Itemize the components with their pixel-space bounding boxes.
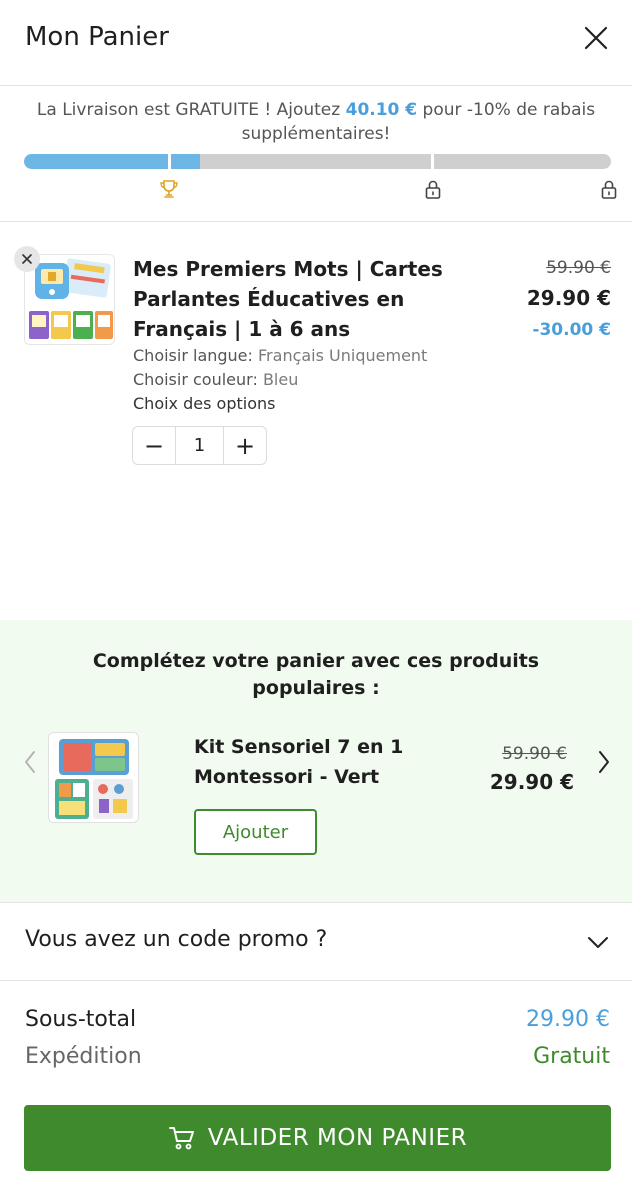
shipping-message-before: La Livraison est GRATUITE ! Ajoutez [36, 100, 346, 120]
upsell-product-image[interactable] [48, 732, 139, 823]
option-color-label: Choisir couleur: [133, 370, 258, 389]
promo-code-toggle[interactable]: Vous avez un code promo ? [0, 903, 632, 981]
upsell-title: Complétez votre panier avec ces produits… [92, 650, 540, 699]
promo-code-label: Vous avez un code promo ? [25, 927, 328, 952]
quantity-stepper: − 1 + [132, 426, 267, 465]
upsell-old-price: 59.90 € [502, 744, 567, 764]
shipping-progress-bar [24, 154, 611, 169]
shipping-value: Gratuit [533, 1044, 610, 1069]
product-price: 29.90 € [526, 286, 611, 310]
option-color: Choisir couleur: Bleu [133, 370, 298, 389]
product-name[interactable]: Mes Premiers Mots | Cartes Parlantes Édu… [133, 254, 505, 344]
progress-milestone-divider [431, 154, 434, 169]
decrease-quantity-button[interactable]: − [133, 427, 175, 464]
subtotal-value: 29.90 € [526, 1007, 610, 1032]
increase-quantity-button[interactable]: + [224, 427, 266, 464]
progress-milestone-divider [168, 154, 171, 169]
upsell-product-image-graphic [49, 733, 138, 822]
remove-icon [22, 254, 32, 264]
option-language-value: Français Uniquement [258, 346, 428, 365]
trophy-icon [160, 180, 178, 198]
checkout-label: VALIDER MON PANIER [207, 1125, 468, 1151]
lock-icon [425, 180, 441, 199]
choose-options-link[interactable]: Choix des options [133, 394, 275, 413]
page-title: Mon Panier [25, 22, 169, 52]
option-color-value: Bleu [262, 370, 299, 389]
product-old-price: 59.90 € [546, 258, 611, 278]
cart-icon [168, 1127, 194, 1150]
upsell-product-name[interactable]: Kit Sensoriel 7 en 1 Montessori - Vert [194, 732, 434, 792]
close-icon[interactable] [580, 22, 612, 54]
option-language: Choisir langue: Français Uniquement [133, 346, 427, 365]
shipping-progress-section: La Livraison est GRATUITE ! Ajoutez 40.1… [0, 86, 632, 222]
shipping-amount: 40.10 € [345, 100, 418, 120]
remove-item-button[interactable] [14, 246, 40, 272]
chevron-right-icon[interactable] [594, 748, 614, 776]
cart-header: Mon Panier [0, 0, 632, 86]
upsell-price: 29.90 € [489, 770, 574, 794]
product-image[interactable] [24, 254, 115, 345]
product-image-graphic [25, 255, 114, 344]
product-discount: -30.00 € [532, 320, 611, 340]
option-language-label: Choisir langue: [133, 346, 253, 365]
quantity-value[interactable]: 1 [175, 427, 224, 464]
shipping-label: Expédition [25, 1044, 142, 1069]
subtotal-label: Sous-total [25, 1007, 137, 1032]
lock-icon [601, 180, 617, 199]
checkout-button[interactable]: VALIDER MON PANIER [24, 1105, 611, 1171]
shipping-progress-fill [24, 154, 201, 169]
shipping-message: La Livraison est GRATUITE ! Ajoutez 40.1… [20, 98, 612, 146]
add-to-cart-button[interactable]: Ajouter [194, 809, 317, 855]
cart-item: Mes Premiers Mots | Cartes Parlantes Édu… [0, 222, 632, 620]
upsell-section: Complétez votre panier avec ces produits… [0, 620, 632, 903]
chevron-left-icon[interactable] [20, 748, 40, 776]
chevron-down-icon [588, 937, 608, 948]
